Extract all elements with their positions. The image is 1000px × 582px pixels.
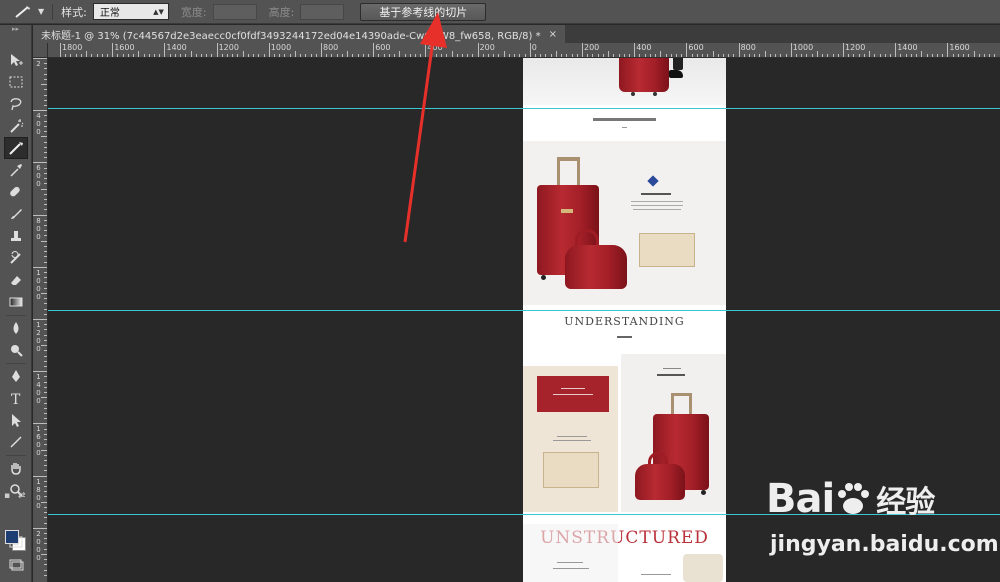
foreground-color-swatch[interactable] [5, 530, 19, 544]
baidu-jingyan-watermark: Bai 经验 jingyan.baidu.com [766, 474, 999, 574]
watermark-brand: Bai [766, 476, 835, 522]
paw-icon [834, 480, 872, 514]
watermark-url: jingyan.baidu.com [770, 532, 999, 557]
baidu-logo: Bai 经验 [766, 476, 935, 522]
photoshop-window: ▼ 样式: 正常 ▲▼ 宽度: 高度: 基于参考线的切片 ▸▸ T ▪ ⇄ 未标… [0, 0, 1000, 582]
watermark-brand-cn: 经验 [876, 485, 935, 520]
